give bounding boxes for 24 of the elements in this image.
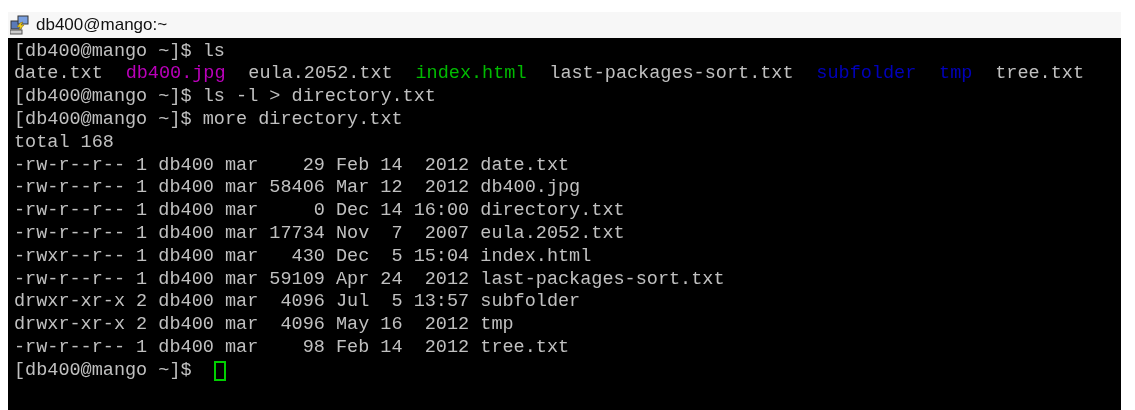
file-name: tmp (939, 62, 973, 87)
file-name: index.html (415, 62, 527, 87)
file-name: eula.2052.txt (248, 62, 393, 87)
command-line: [db400@mango ~]$ more directory.txt (14, 107, 403, 132)
output-line: drwxr-xr-x 2 db400 mar 4096 Jul 5 13:57 subfolder (14, 290, 581, 315)
output-line: -rw-r--r-- 1 db400 mar 59109 Apr 24 2012 last-packages-sort.txt (14, 267, 725, 292)
output-line: total 168 (14, 130, 114, 155)
output-line: -rwxr--r-- 1 db400 mar 430 Dec 5 15:04 index.html (14, 244, 592, 269)
file-name: date.txt (14, 62, 103, 87)
file-name: tree.txt (995, 62, 1084, 87)
output-line: -rw-r--r-- 1 db400 mar 17734 Nov 7 2007 eula.2052.txt (14, 221, 625, 246)
output-line: -rw-r--r-- 1 db400 mar 0 Dec 14 16:00 directory.txt (14, 199, 625, 224)
file-name: subfolder (816, 62, 917, 87)
command-line: [db400@mango ~]$ ls (14, 39, 225, 64)
file-name: db400.jpg (125, 62, 226, 87)
file-name: last-packages-sort.txt (549, 62, 794, 87)
computer-icon (10, 15, 30, 35)
output-line: -rw-r--r-- 1 db400 mar 29 Feb 14 2012 date.txt (14, 153, 570, 178)
output-line: drwxr-xr-x 2 db400 mar 4096 May 16 2012 tmp (14, 313, 514, 338)
command-line: [db400@mango ~]$ (14, 358, 193, 383)
window-title: db400@mango:~ (36, 14, 168, 37)
output-line: -rw-r--r-- 1 db400 mar 98 Feb 14 2012 tree.txt (14, 335, 570, 360)
output-line: -rw-r--r-- 1 db400 mar 58406 Mar 12 2012 db400.jpg (14, 176, 581, 201)
command-line: [db400@mango ~]$ ls -l > directory.txt (14, 85, 436, 110)
